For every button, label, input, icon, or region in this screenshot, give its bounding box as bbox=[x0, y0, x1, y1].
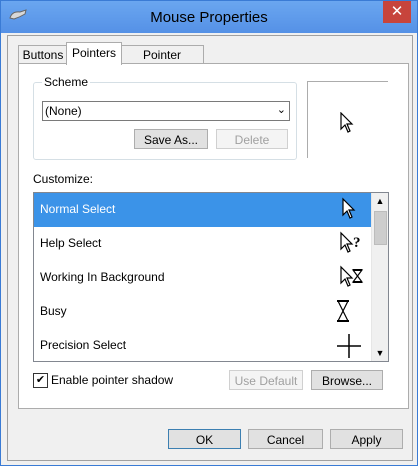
ok-button[interactable]: OK bbox=[168, 429, 241, 449]
scroll-up-icon[interactable]: ▲ bbox=[372, 193, 388, 209]
list-item-label: Busy bbox=[40, 304, 67, 318]
scheme-select[interactable]: (None) ⌄ bbox=[42, 101, 290, 121]
list-item[interactable]: Help Select ? bbox=[34, 227, 372, 261]
scheme-value: (None) bbox=[45, 104, 82, 118]
customize-label: Customize: bbox=[33, 172, 94, 186]
delete-button[interactable]: Delete bbox=[216, 129, 288, 149]
list-scrollbar[interactable]: ▲ ▼ bbox=[371, 193, 388, 361]
apply-button[interactable]: Apply bbox=[330, 429, 403, 449]
arrow-pointer-icon bbox=[342, 197, 356, 219]
help-pointer-icon: ? bbox=[340, 231, 361, 253]
hourglass-icon bbox=[337, 300, 349, 322]
close-button[interactable]: ✕ bbox=[383, 1, 411, 23]
tab-pointer-options[interactable]: Pointer Options bbox=[120, 45, 204, 80]
tab-pointers[interactable]: Pointers bbox=[66, 42, 122, 65]
scroll-thumb[interactable] bbox=[374, 211, 387, 245]
mouse-properties-window: Mouse Properties ✕ Buttons Pointers Poin… bbox=[0, 0, 418, 466]
scheme-label: Scheme bbox=[42, 75, 91, 89]
save-as-button[interactable]: Save As... bbox=[134, 129, 208, 149]
arrow-pointer-icon bbox=[340, 112, 354, 133]
enable-shadow-checkbox[interactable]: ✔ bbox=[33, 373, 48, 388]
cancel-button[interactable]: Cancel bbox=[248, 429, 323, 449]
svg-text:?: ? bbox=[353, 235, 361, 251]
list-item-label: Normal Select bbox=[40, 202, 116, 216]
tab-buttons[interactable]: Buttons bbox=[18, 45, 68, 64]
cursor-list[interactable]: Normal Select Help Select ? Working In B… bbox=[33, 192, 389, 362]
title-bar[interactable]: Mouse Properties ✕ bbox=[1, 1, 417, 33]
chevron-down-icon: ⌄ bbox=[276, 104, 286, 116]
list-item-label: Working In Background bbox=[40, 270, 165, 284]
use-default-button[interactable]: Use Default bbox=[229, 370, 303, 390]
list-item[interactable]: Precision Select bbox=[34, 329, 372, 361]
window-title: Mouse Properties bbox=[150, 9, 268, 26]
crosshair-icon bbox=[337, 334, 361, 358]
list-item[interactable]: Busy bbox=[34, 295, 372, 329]
pointers-tab-page: Scheme (None) ⌄ Save As... Delete Custom… bbox=[18, 63, 409, 409]
dialog-body: Buttons Pointers Pointer Options Scheme … bbox=[7, 35, 413, 461]
pointer-preview bbox=[307, 81, 388, 158]
list-item[interactable]: Working In Background bbox=[34, 261, 372, 295]
list-item-label: Precision Select bbox=[40, 338, 127, 352]
browse-button[interactable]: Browse... bbox=[311, 370, 383, 390]
scheme-group: Scheme (None) ⌄ Save As... Delete bbox=[33, 75, 297, 160]
list-item-label: Help Select bbox=[40, 236, 102, 250]
scroll-down-icon[interactable]: ▼ bbox=[372, 345, 388, 361]
working-pointer-icon bbox=[340, 265, 364, 287]
enable-shadow-label[interactable]: Enable pointer shadow bbox=[51, 373, 173, 387]
list-item[interactable]: Normal Select bbox=[34, 193, 372, 227]
